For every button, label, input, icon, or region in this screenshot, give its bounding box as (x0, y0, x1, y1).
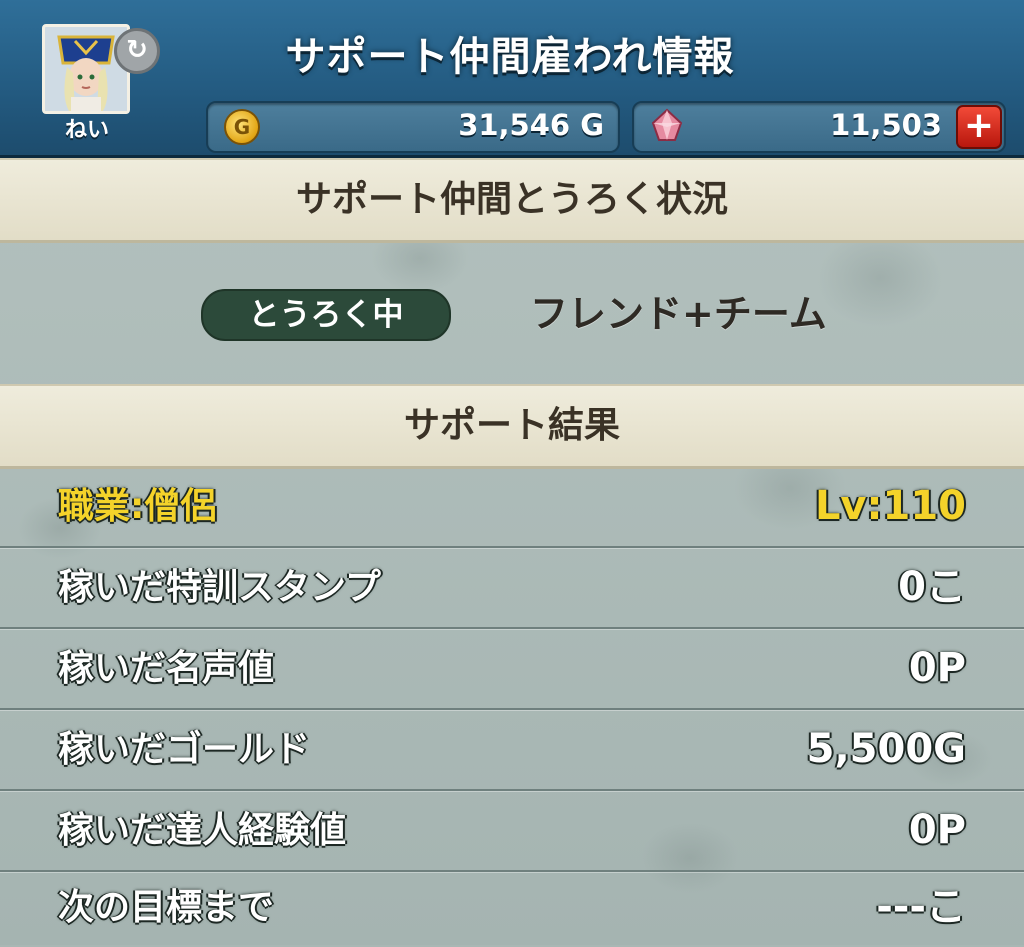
result-label: 次の目標まで (58, 887, 275, 928)
character-portrait (45, 27, 127, 111)
registration-status-value: フレンド+チーム (530, 292, 827, 336)
results-heading: サポート結果 (0, 384, 1024, 469)
gold-amount: 31,546 G (458, 108, 604, 142)
job-label: 職業:僧侶 (58, 486, 217, 527)
result-value: 0P (908, 807, 966, 853)
add-gems-button[interactable]: + (956, 105, 1002, 149)
gem-counter: 11,503 + (632, 101, 1006, 153)
gem-amount: 11,503 (830, 108, 942, 142)
refresh-icon[interactable]: ↻ (114, 28, 160, 74)
result-row-master-exp: 稼いだ達人経験値 0P (0, 791, 1024, 872)
result-label: 稼いだ名声値 (58, 648, 275, 689)
result-row-gold: 稼いだゴールド 5,500G (0, 710, 1024, 791)
result-row-next-goal: 次の目標まで ---こ (0, 868, 1024, 947)
result-label: 稼いだ特訓スタンプ (58, 567, 381, 608)
registration-status-badge: とうろく中 (201, 289, 451, 341)
header-bar: ↻ ねい サポート仲間雇われ情報 G 31,546 G 11,503 + (0, 0, 1024, 158)
gem-icon (651, 108, 683, 141)
result-value: 0こ (898, 564, 966, 610)
gold-counter: G 31,546 G (206, 101, 620, 153)
job-row: 職業:僧侶 Lv:110 (0, 467, 1024, 548)
result-value: 5,500G (806, 726, 966, 772)
content-area: サポート仲間とうろく状況 とうろく中 フレンド+チーム サポート結果 職業:僧侶… (0, 158, 1024, 945)
result-label: 稼いだ達人経験値 (58, 810, 347, 851)
level-value: Lv:110 (814, 483, 966, 529)
gold-coin-icon: G (224, 109, 260, 145)
result-row-fame: 稼いだ名声値 0P (0, 629, 1024, 710)
player-name: ねい (64, 118, 109, 143)
result-value: ---こ (876, 884, 966, 930)
result-value: 0P (908, 645, 966, 691)
result-row-stamps: 稼いだ特訓スタンプ 0こ (0, 548, 1024, 629)
page-title: サポート仲間雇われ情報 (285, 34, 735, 80)
result-label: 稼いだゴールド (58, 729, 311, 770)
registration-heading: サポート仲間とうろく状況 (0, 158, 1024, 243)
